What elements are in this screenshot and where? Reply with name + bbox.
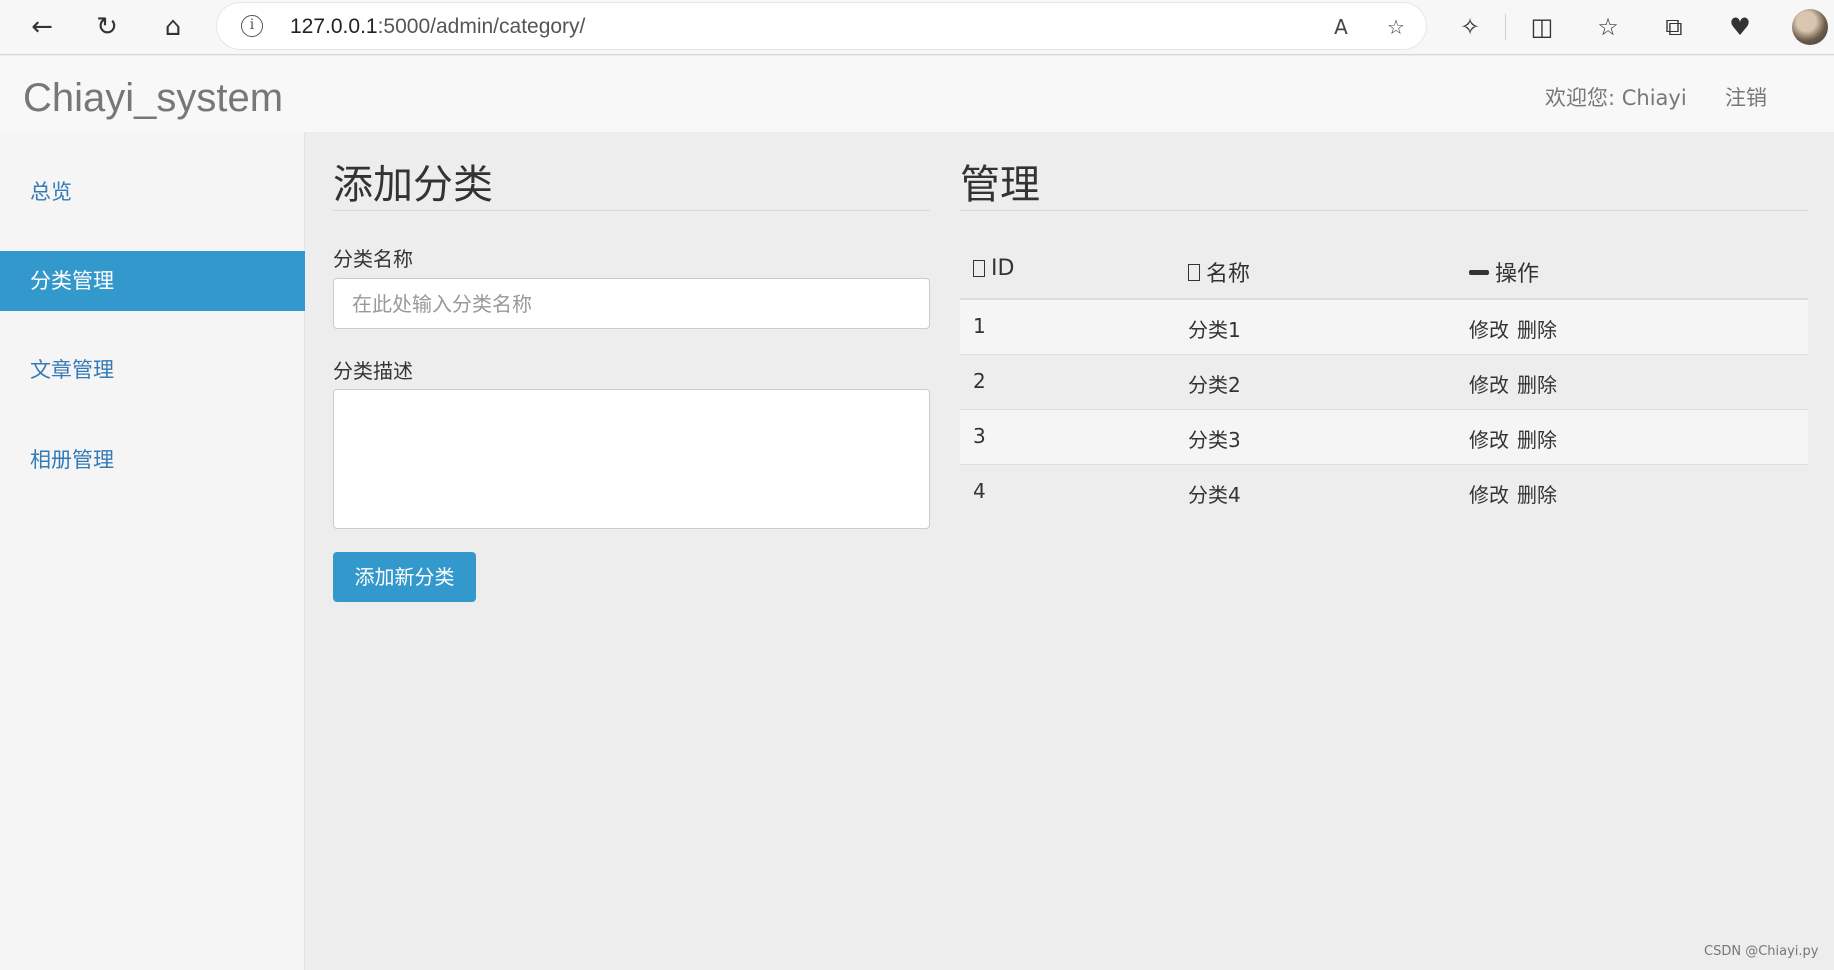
- delete-link[interactable]: 删除: [1517, 369, 1557, 398]
- cell-id: 4: [973, 479, 986, 503]
- manage-divider: [960, 210, 1808, 211]
- category-name-input[interactable]: [333, 278, 930, 329]
- column-id[interactable]: ID: [973, 256, 1014, 281]
- cell-id: 1: [973, 314, 986, 338]
- sidebar-item-category-management[interactable]: 分类管理: [0, 251, 305, 311]
- edit-link[interactable]: 修改: [1469, 424, 1509, 453]
- edit-link[interactable]: 修改: [1469, 314, 1509, 343]
- manage-title: 管理: [960, 163, 1040, 207]
- column-name-label: 名称: [1206, 262, 1251, 287]
- category-description-label: 分类描述: [333, 359, 413, 383]
- column-name[interactable]: 名称: [1188, 256, 1250, 288]
- delete-link[interactable]: 删除: [1517, 424, 1557, 453]
- edit-link[interactable]: 修改: [1469, 369, 1509, 398]
- cell-name: 分类3: [1188, 428, 1241, 452]
- toolbar-divider: [1505, 14, 1506, 40]
- category-name-label: 分类名称: [333, 247, 413, 271]
- reload-icon[interactable]: ↻: [87, 8, 127, 46]
- brand-title[interactable]: Chiayi_system: [23, 76, 283, 121]
- table-row: 2 分类2 修改 删除: [960, 355, 1808, 410]
- cell-name: 分类1: [1188, 318, 1241, 342]
- welcome-text: 欢迎您: Chiayi: [1545, 86, 1687, 110]
- category-table: ID 名称 操作 1 分类1 修改 删除 2 分类2 修改 删除 3 分类3 修…: [960, 244, 1808, 520]
- logout-link[interactable]: 注销: [1725, 82, 1767, 112]
- sort-icon: [973, 260, 985, 277]
- edit-link[interactable]: 修改: [1469, 479, 1509, 508]
- cell-id: 2: [973, 369, 986, 393]
- read-aloud-icon[interactable]: A: [1325, 12, 1357, 42]
- table-header: ID 名称 操作: [960, 244, 1808, 300]
- actions-icon: [1469, 269, 1489, 275]
- add-category-divider: [333, 210, 930, 211]
- home-icon[interactable]: ⌂: [153, 8, 193, 46]
- browser-essentials-icon[interactable]: ♥: [1722, 10, 1758, 44]
- sidebar-item-overview[interactable]: 总览: [0, 162, 305, 222]
- watermark: CSDN @Chiayi.py: [1704, 944, 1819, 959]
- url-text[interactable]: 127.0.0.1:5000/admin/category/: [290, 15, 585, 39]
- url-path: :5000/admin/category/: [377, 15, 586, 38]
- sidebar: 总览 分类管理 文章管理 相册管理: [0, 132, 305, 970]
- address-bar[interactable]: i 127.0.0.1:5000/admin/category/ A ☆: [217, 3, 1426, 49]
- category-description-textarea[interactable]: [333, 389, 930, 529]
- sidebar-item-article-management[interactable]: 文章管理: [0, 340, 305, 400]
- favorites-icon[interactable]: ☆: [1590, 10, 1626, 44]
- collections-icon[interactable]: ⧉: [1656, 10, 1692, 44]
- column-actions-label: 操作: [1495, 262, 1540, 287]
- site-info-icon[interactable]: i: [241, 15, 263, 37]
- table-row: 1 分类1 修改 删除: [960, 300, 1808, 355]
- cell-name: 分类2: [1188, 373, 1241, 397]
- column-id-label: ID: [991, 256, 1015, 281]
- delete-link[interactable]: 删除: [1517, 479, 1557, 508]
- sort-icon: [1188, 263, 1200, 281]
- extensions-icon[interactable]: ✧: [1452, 10, 1488, 44]
- favorite-add-icon[interactable]: ☆: [1380, 12, 1412, 42]
- add-category-title: 添加分类: [333, 163, 493, 207]
- column-actions: 操作: [1469, 256, 1539, 288]
- url-host: 127.0.0.1: [290, 15, 378, 38]
- table-row: 3 分类3 修改 删除: [960, 410, 1808, 465]
- back-icon[interactable]: ←: [22, 8, 62, 46]
- delete-link[interactable]: 删除: [1517, 314, 1557, 343]
- cell-id: 3: [973, 424, 986, 448]
- cell-name: 分类4: [1188, 483, 1241, 507]
- table-row: 4 分类4 修改 删除: [960, 465, 1808, 520]
- split-screen-icon[interactable]: ◫: [1524, 10, 1560, 44]
- sidebar-item-album-management[interactable]: 相册管理: [0, 430, 305, 490]
- add-category-button[interactable]: 添加新分类: [333, 552, 476, 602]
- browser-toolbar: ← ↻ ⌂ i 127.0.0.1:5000/admin/category/ A…: [0, 0, 1834, 55]
- profile-avatar[interactable]: [1792, 9, 1828, 45]
- app-navbar: Chiayi_system 欢迎您: Chiayi 注销: [0, 56, 1834, 132]
